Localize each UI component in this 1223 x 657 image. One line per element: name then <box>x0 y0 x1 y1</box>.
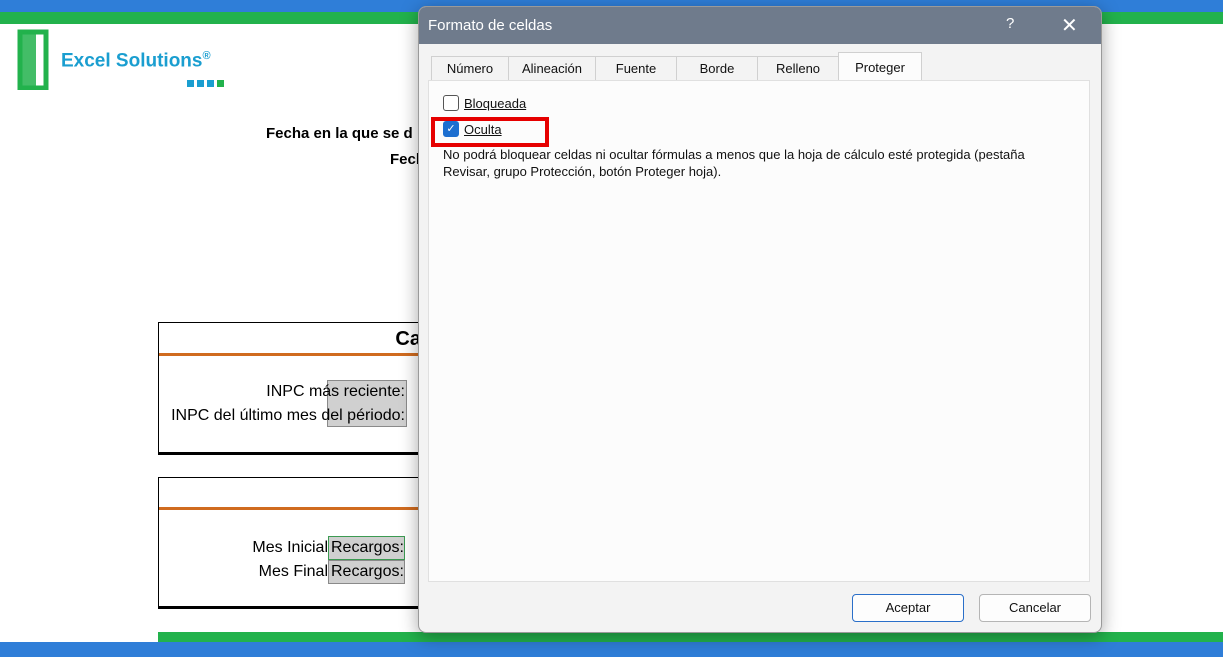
recargos-block: Mes Inicial Recargos: Mes Final Recargos… <box>158 477 421 609</box>
tab-numero[interactable]: Número <box>431 56 509 80</box>
format-cells-dialog: Formato de celdas ? ✕ Número Alineación … <box>418 6 1102 633</box>
protection-panel: Bloqueada ✓ Oculta No podrá bloquear cel… <box>428 80 1090 582</box>
door-logo-icon <box>17 29 49 90</box>
inpc-recent-label: INPC más reciente: <box>266 383 405 400</box>
dialog-titlebar[interactable]: Formato de celdas ? ✕ <box>419 7 1101 44</box>
mes-inicial-label: Mes Inicial <box>252 539 328 556</box>
cancelar-button[interactable]: Cancelar <box>979 594 1091 622</box>
bloqueada-label[interactable]: Bloqueada <box>464 96 526 111</box>
date-label-1: Fecha en la que se d <box>266 125 413 142</box>
logo-dots <box>187 80 224 87</box>
tab-alineacion[interactable]: Alineación <box>508 56 596 80</box>
oculta-checkbox[interactable]: ✓ <box>443 121 459 137</box>
bottom-green-band <box>158 632 1223 642</box>
oculta-label[interactable]: Oculta <box>464 122 502 137</box>
bloqueada-checkbox[interactable] <box>443 95 459 111</box>
close-icon[interactable]: ✕ <box>1061 13 1078 38</box>
inpc-block: Ca INPC más reciente: INPC del último me… <box>158 322 421 455</box>
recargos-inicial-cell[interactable]: Recargos: <box>328 536 405 560</box>
tab-borde[interactable]: Borde <box>676 56 758 80</box>
dialog-title: Formato de celdas <box>428 17 553 34</box>
mes-final-label: Mes Final <box>258 563 328 580</box>
tab-fuente[interactable]: Fuente <box>595 56 677 80</box>
help-icon[interactable]: ? <box>1006 15 1014 32</box>
aceptar-button[interactable]: Aceptar <box>852 594 964 622</box>
protection-note: No podrá bloquear celdas ni ocultar fórm… <box>443 147 1025 179</box>
recargos-final-cell[interactable]: Recargos: <box>328 560 405 584</box>
tab-proteger[interactable]: Proteger <box>838 52 922 81</box>
excel-solutions-logo: Excel Solutions® <box>16 28 246 92</box>
orange-rule <box>159 353 421 356</box>
logo-text: Excel Solutions® <box>61 50 211 72</box>
orange-rule <box>159 507 421 510</box>
bottom-blue-band <box>0 642 1223 657</box>
inpc-last-month-label: INPC del último mes del périodo: <box>171 407 405 424</box>
tab-relleno[interactable]: Relleno <box>757 56 839 80</box>
